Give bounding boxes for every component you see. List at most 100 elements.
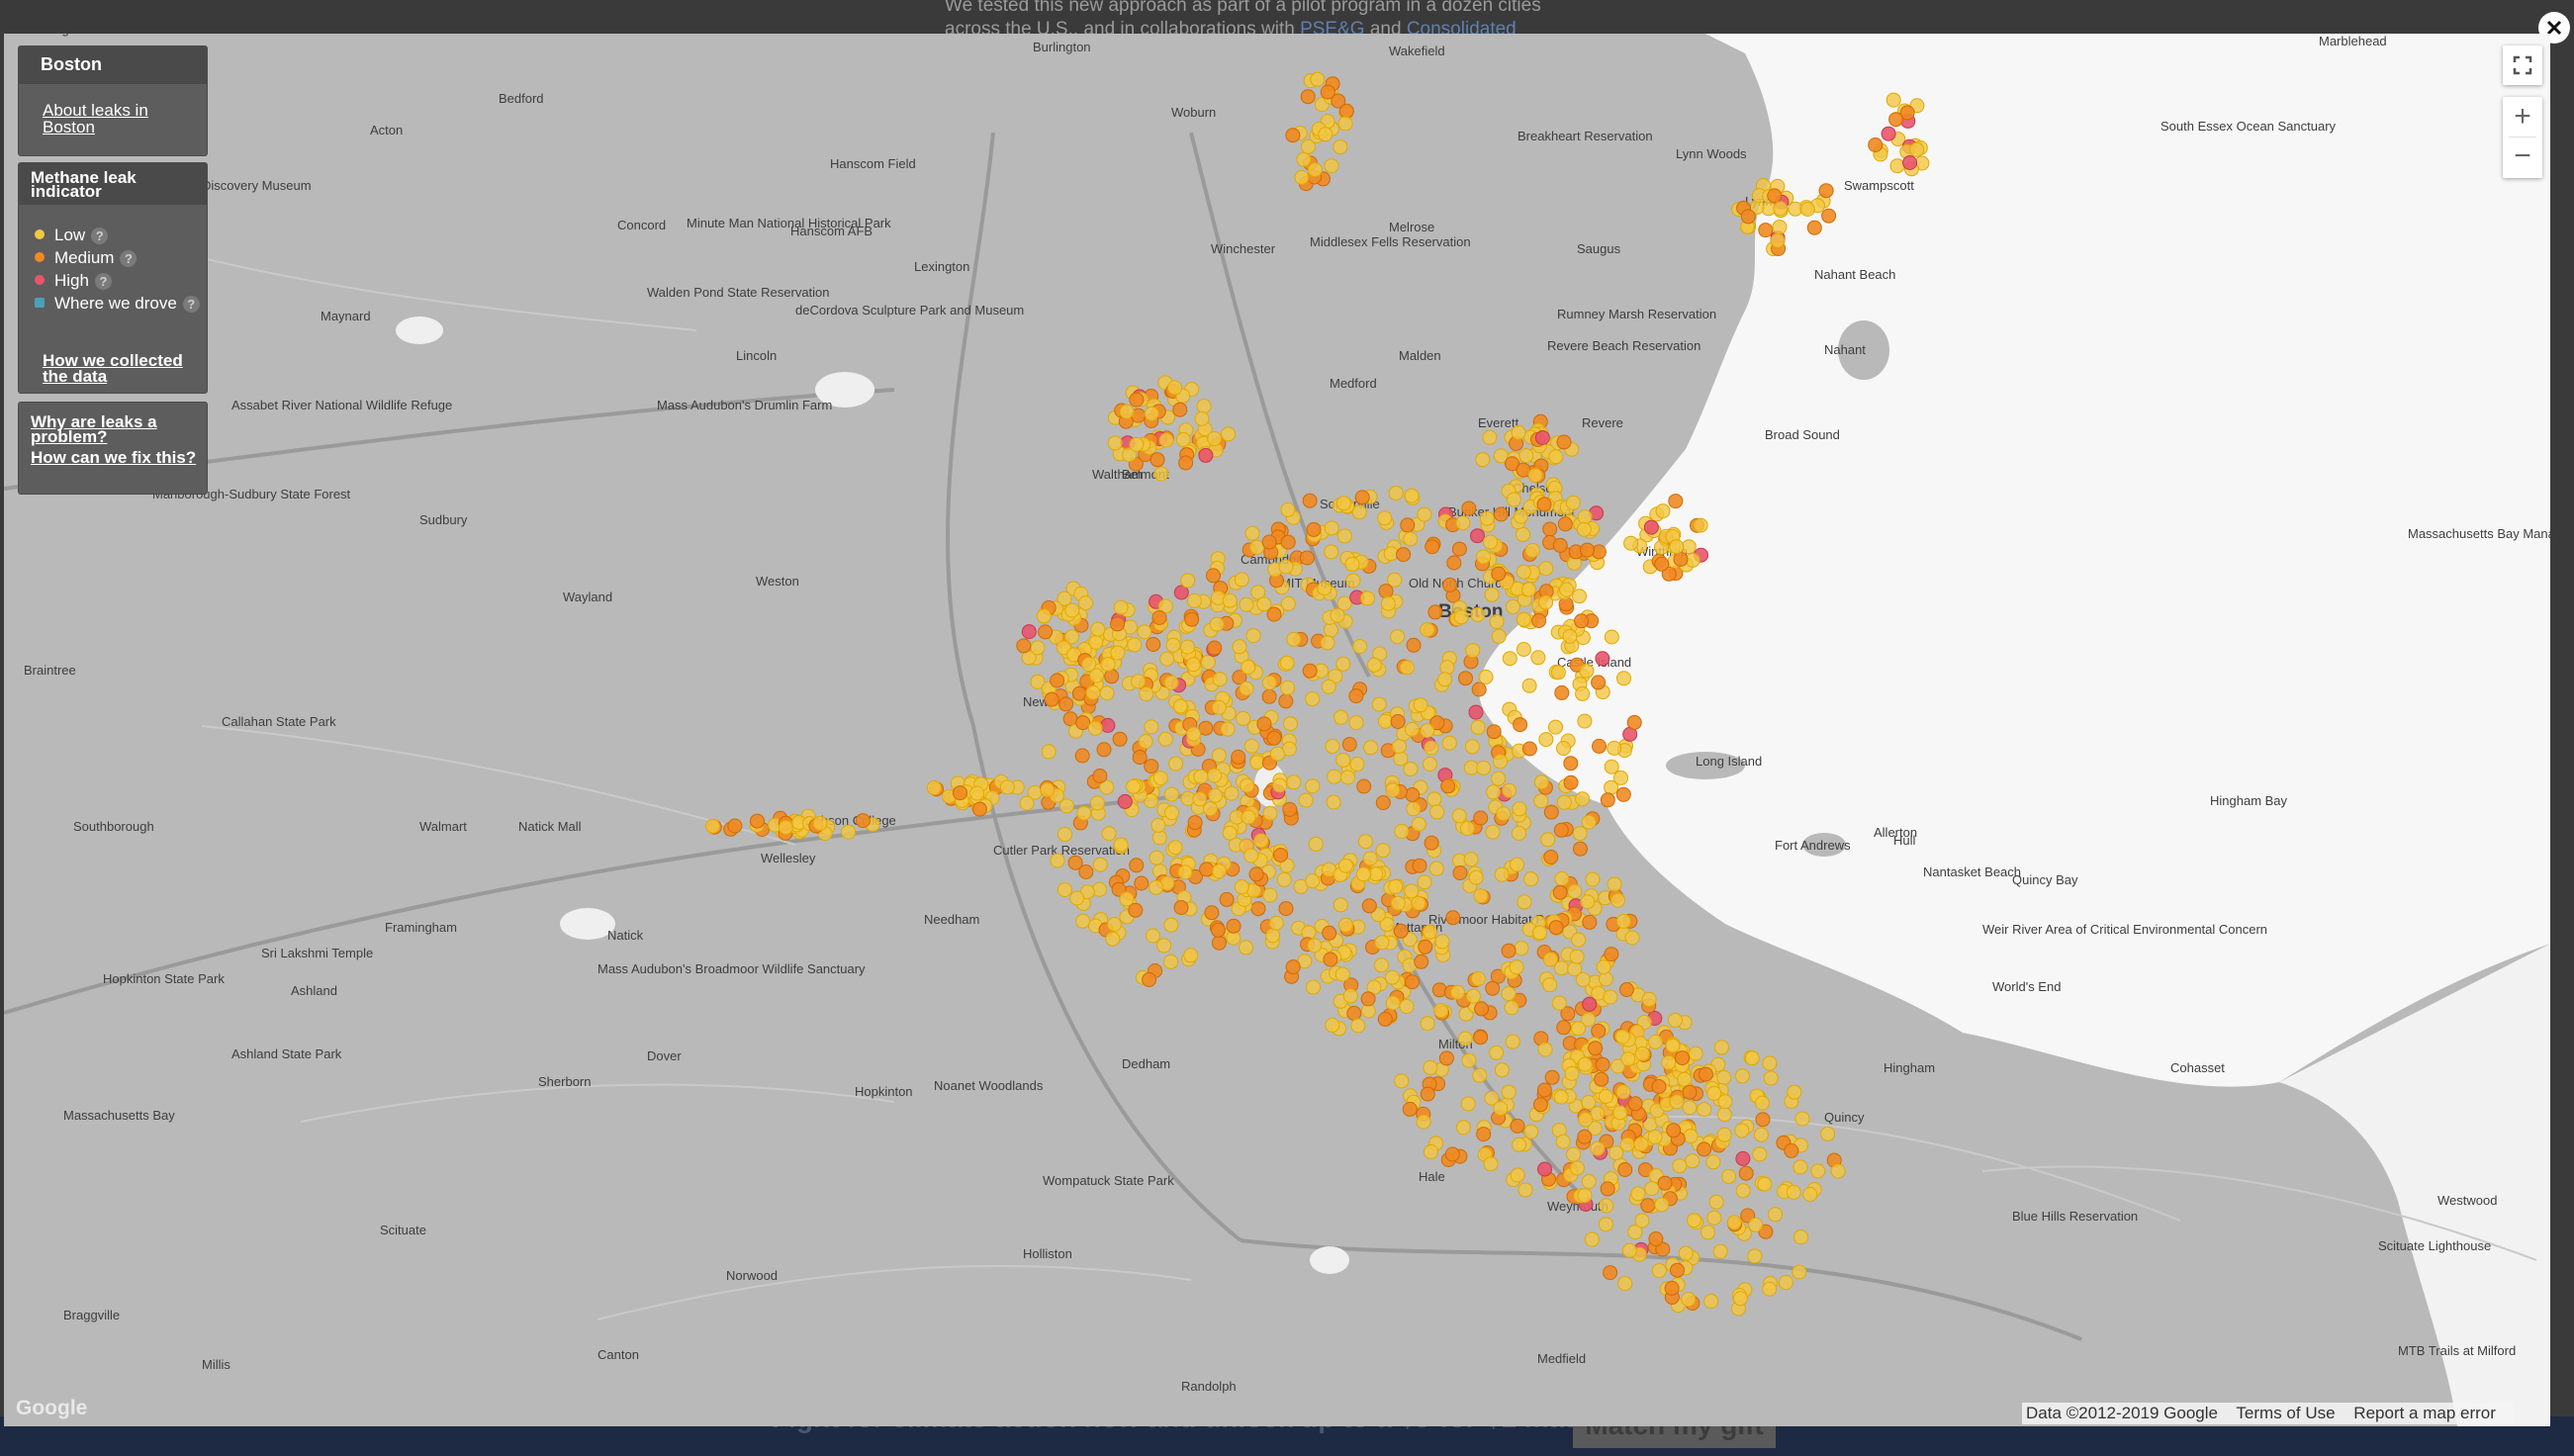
leak-marker[interactable] bbox=[1577, 509, 1593, 525]
leak-marker[interactable] bbox=[1735, 1150, 1751, 1166]
leak-marker[interactable] bbox=[1623, 535, 1639, 551]
leak-marker[interactable] bbox=[1261, 688, 1277, 704]
leak-marker[interactable] bbox=[1307, 162, 1323, 178]
leak-marker[interactable] bbox=[750, 813, 765, 829]
leak-marker[interactable] bbox=[1286, 774, 1302, 790]
leak-marker[interactable] bbox=[1685, 1153, 1701, 1169]
leak-marker[interactable] bbox=[1577, 713, 1593, 729]
leak-marker[interactable] bbox=[1375, 843, 1391, 859]
leak-marker[interactable] bbox=[1411, 895, 1426, 911]
leak-marker[interactable] bbox=[1641, 991, 1657, 1007]
leak-marker[interactable] bbox=[1424, 1144, 1438, 1159]
leak-marker[interactable] bbox=[1338, 103, 1354, 119]
leak-marker[interactable] bbox=[1030, 640, 1046, 656]
leak-marker[interactable] bbox=[1512, 1137, 1527, 1152]
leak-marker[interactable] bbox=[1755, 1095, 1770, 1111]
leak-marker[interactable] bbox=[1420, 1016, 1435, 1032]
leak-marker[interactable] bbox=[1596, 959, 1611, 975]
leak-marker[interactable] bbox=[1701, 1225, 1715, 1240]
leak-marker[interactable] bbox=[1426, 791, 1442, 807]
leak-marker[interactable] bbox=[971, 801, 987, 817]
leak-marker[interactable] bbox=[1513, 717, 1528, 733]
leak-marker[interactable] bbox=[1280, 534, 1296, 550]
leak-marker[interactable] bbox=[1425, 539, 1440, 555]
leak-marker[interactable] bbox=[1510, 1118, 1525, 1134]
leak-marker[interactable] bbox=[1673, 551, 1689, 567]
leak-marker[interactable] bbox=[1163, 786, 1179, 802]
leak-marker[interactable] bbox=[1204, 905, 1220, 921]
leak-marker[interactable] bbox=[1131, 674, 1147, 689]
leak-marker[interactable] bbox=[1455, 1120, 1471, 1136]
leak-marker[interactable] bbox=[1149, 850, 1164, 865]
leak-marker[interactable] bbox=[1266, 606, 1282, 622]
leak-marker[interactable] bbox=[1402, 1101, 1418, 1117]
leak-marker[interactable] bbox=[1253, 833, 1269, 849]
leak-marker[interactable] bbox=[1530, 650, 1546, 666]
leak-marker[interactable] bbox=[1378, 713, 1393, 729]
leak-marker[interactable] bbox=[1738, 1165, 1754, 1181]
leak-marker[interactable] bbox=[1479, 510, 1495, 526]
leak-marker[interactable] bbox=[1129, 436, 1145, 452]
leak-marker[interactable] bbox=[1556, 1020, 1572, 1036]
leak-marker[interactable] bbox=[1091, 881, 1107, 897]
leak-marker[interactable] bbox=[1677, 1071, 1693, 1087]
leak-marker[interactable] bbox=[1627, 1096, 1643, 1112]
leak-marker[interactable] bbox=[1129, 392, 1145, 408]
zoom-in-button[interactable]: + bbox=[2503, 97, 2542, 136]
leak-marker[interactable] bbox=[1137, 624, 1152, 640]
leak-marker[interactable] bbox=[1740, 209, 1756, 225]
leak-marker[interactable] bbox=[1357, 834, 1373, 850]
leak-marker[interactable] bbox=[1106, 917, 1122, 932]
report-error-link[interactable]: Report a map error bbox=[2353, 1404, 2496, 1422]
leak-marker[interactable] bbox=[1150, 817, 1166, 833]
leak-marker[interactable] bbox=[1327, 769, 1342, 784]
leak-marker[interactable] bbox=[1603, 1265, 1618, 1281]
leak-marker[interactable] bbox=[1403, 762, 1419, 776]
leak-marker[interactable] bbox=[1299, 550, 1315, 566]
leak-marker[interactable] bbox=[1821, 208, 1837, 224]
leak-marker[interactable] bbox=[1607, 876, 1622, 892]
leak-marker[interactable] bbox=[1399, 660, 1415, 676]
leak-marker[interactable] bbox=[1117, 793, 1133, 809]
leak-marker[interactable] bbox=[1581, 814, 1597, 830]
leak-marker[interactable] bbox=[1341, 737, 1357, 752]
leak-marker[interactable] bbox=[1320, 635, 1335, 651]
leak-marker[interactable] bbox=[1550, 665, 1566, 681]
leak-marker[interactable] bbox=[1705, 1154, 1721, 1170]
leak-marker[interactable] bbox=[1793, 1159, 1808, 1175]
leak-marker[interactable] bbox=[1385, 995, 1401, 1011]
leak-marker[interactable] bbox=[1523, 871, 1539, 887]
leak-marker[interactable] bbox=[1446, 555, 1462, 571]
leak-marker[interactable] bbox=[1604, 947, 1619, 962]
leak-marker[interactable] bbox=[1489, 614, 1505, 629]
leak-marker[interactable] bbox=[1556, 741, 1571, 756]
leak-marker[interactable] bbox=[1603, 989, 1618, 1005]
leak-marker[interactable] bbox=[1571, 932, 1587, 948]
leak-marker[interactable] bbox=[1615, 914, 1631, 929]
leak-marker[interactable] bbox=[1548, 449, 1564, 465]
leak-marker[interactable] bbox=[1411, 816, 1426, 832]
leak-marker[interactable] bbox=[1787, 1084, 1802, 1100]
leak-marker[interactable] bbox=[1344, 556, 1360, 572]
leak-marker[interactable] bbox=[1375, 795, 1391, 810]
leak-marker[interactable] bbox=[1231, 749, 1246, 765]
leak-marker[interactable] bbox=[1345, 573, 1361, 589]
leak-marker[interactable] bbox=[1588, 1041, 1604, 1056]
leak-marker[interactable] bbox=[1610, 892, 1625, 908]
leak-marker[interactable] bbox=[1112, 731, 1128, 747]
leak-marker[interactable] bbox=[1470, 606, 1486, 622]
leak-marker[interactable] bbox=[1577, 1129, 1593, 1144]
leak-marker[interactable] bbox=[1618, 982, 1634, 997]
leak-marker[interactable] bbox=[1565, 495, 1581, 510]
leak-marker[interactable] bbox=[1582, 914, 1598, 930]
leak-marker[interactable] bbox=[1149, 452, 1165, 468]
leak-marker[interactable] bbox=[1330, 607, 1345, 623]
leak-marker[interactable] bbox=[1806, 220, 1822, 235]
leak-marker[interactable] bbox=[1634, 1213, 1650, 1228]
leak-marker[interactable] bbox=[1580, 894, 1596, 910]
leak-marker[interactable] bbox=[1390, 629, 1406, 645]
leak-marker[interactable] bbox=[1278, 693, 1294, 709]
leak-marker[interactable] bbox=[1078, 864, 1094, 879]
leak-marker[interactable] bbox=[1057, 591, 1072, 606]
leak-marker[interactable] bbox=[1101, 826, 1117, 842]
